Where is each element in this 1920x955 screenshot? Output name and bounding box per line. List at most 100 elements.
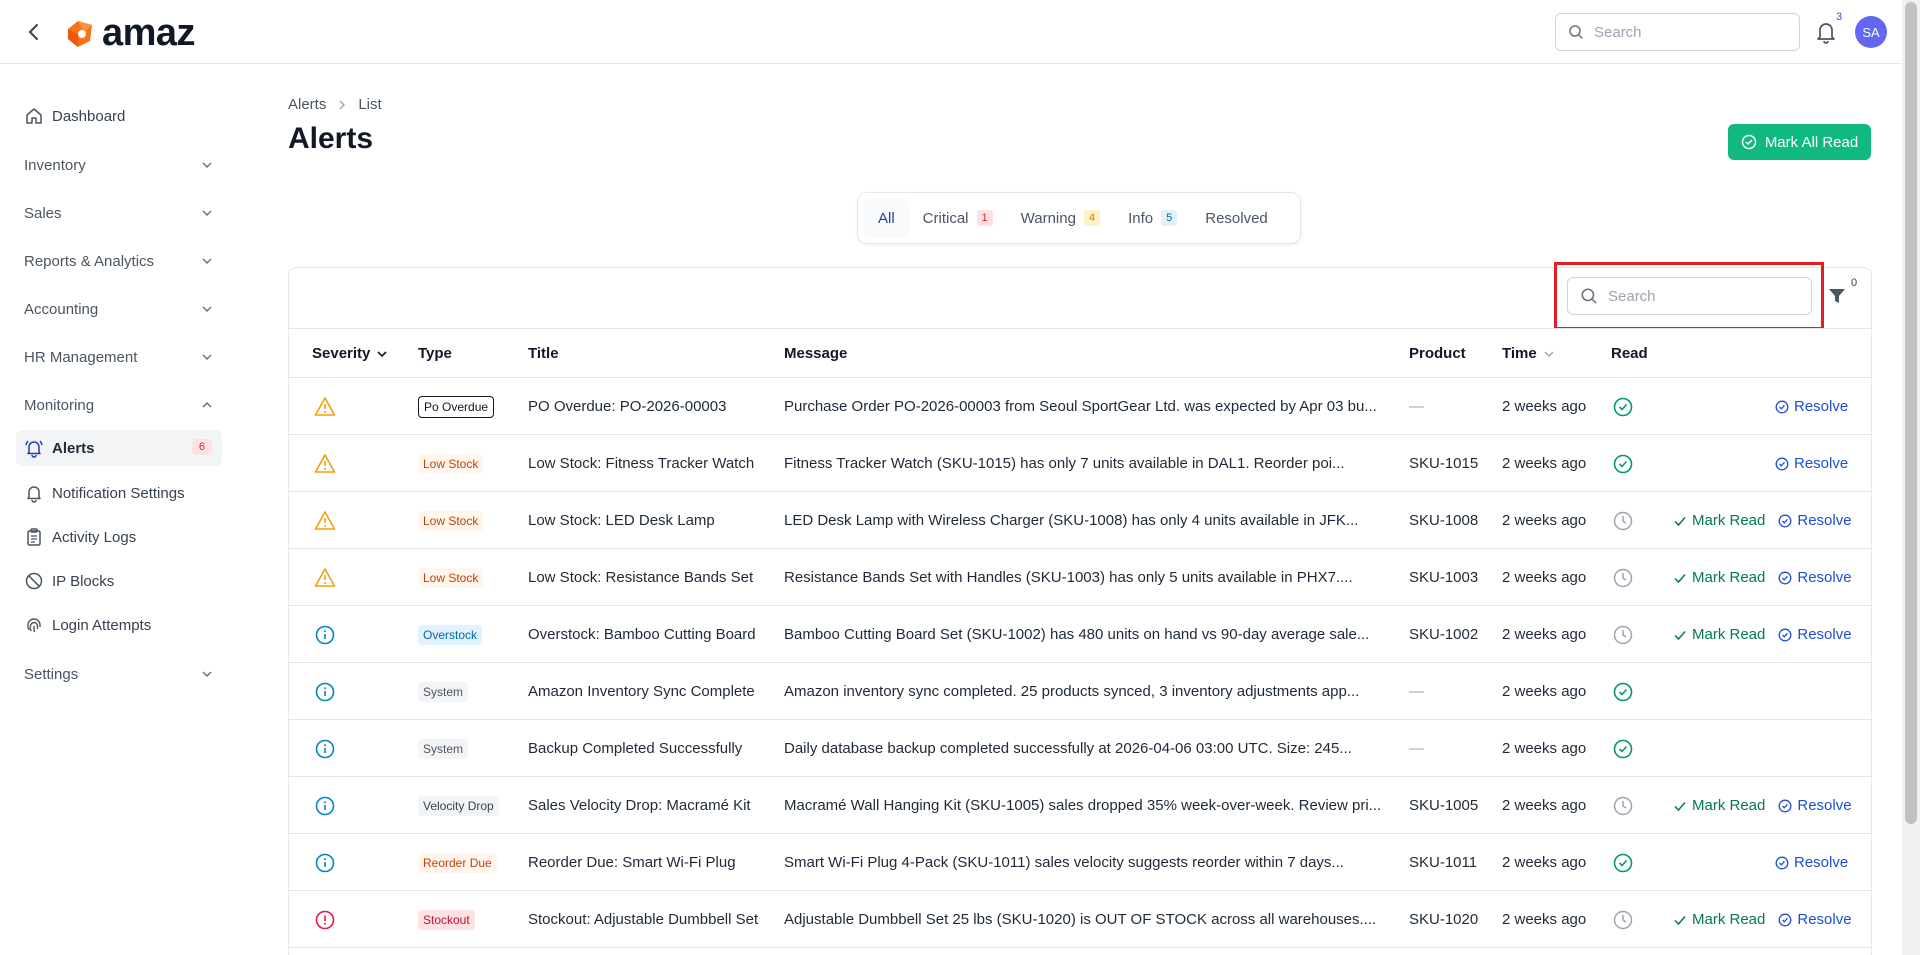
tab-critical[interactable]: Critical 1 (909, 198, 1007, 238)
time-cell: 2 weeks ago (1502, 740, 1587, 757)
scrollbar-thumb[interactable] (1905, 2, 1917, 824)
sidebar-group-hr[interactable]: HR Management (24, 339, 214, 375)
severity-cell (314, 720, 336, 777)
filter-icon[interactable] (1828, 287, 1846, 305)
mark-read-button[interactable]: Mark Read (1673, 569, 1765, 586)
sidebar-group-monitoring[interactable]: Monitoring (24, 387, 214, 423)
mark-read-button[interactable]: Mark Read (1673, 512, 1765, 529)
tab-resolved[interactable]: Resolved (1191, 198, 1282, 238)
sidebar-item-login-attempts[interactable]: Login Attempts (16, 607, 222, 643)
app-logo[interactable]: amaz (62, 12, 196, 54)
column-severity[interactable]: Severity (312, 345, 388, 362)
sidebar-item-alerts[interactable]: Alerts 6 (16, 430, 222, 466)
resolve-button[interactable]: Resolve (1775, 455, 1848, 472)
check-circle-icon (1613, 397, 1633, 416)
message-cell: Amazon inventory sync completed. 25 prod… (784, 683, 1360, 700)
table-row[interactable]: Velocity Drop Sales Velocity Drop: Macra… (289, 777, 1871, 834)
clock-icon (1613, 511, 1633, 530)
type-badge: System (418, 681, 469, 702)
mark-read-button[interactable]: Mark Read (1673, 911, 1765, 928)
resolve-button[interactable]: Resolve (1778, 512, 1852, 529)
message-cell: Purchase Order PO-2026-00003 from Seoul … (784, 398, 1377, 415)
mark-read-button[interactable]: Mark Read (1673, 626, 1765, 643)
read-cell (1613, 435, 1633, 492)
tab-warning[interactable]: Warning 4 (1007, 198, 1114, 238)
info-circle-icon (315, 682, 335, 701)
sidebar-group-settings[interactable]: Settings (24, 656, 214, 692)
sidebar-group-reports[interactable]: Reports & Analytics (24, 243, 214, 279)
breadcrumb-alerts[interactable]: Alerts (288, 96, 326, 113)
mark-read-button[interactable]: Mark Read (1673, 797, 1765, 814)
resolve-label: Resolve (1797, 797, 1852, 814)
table-row[interactable]: Po Overdue PO Overdue: PO-2026-00003 Pur… (289, 378, 1871, 435)
time-cell: 2 weeks ago (1502, 911, 1587, 928)
type-badge: Stockout (418, 909, 475, 930)
avatar[interactable]: SA (1855, 16, 1887, 48)
sidebar-item-activity-logs[interactable]: Activity Logs (16, 519, 222, 555)
mark-read-label: Mark Read (1692, 512, 1766, 529)
resolve-button[interactable]: Resolve (1775, 398, 1848, 415)
table-row[interactable]: Stockout Stockout: Adjustable Dumbbell S… (289, 891, 1871, 948)
sidebar-group-accounting[interactable]: Accounting (24, 291, 214, 327)
mark-read-label: Mark Read (1692, 797, 1766, 814)
global-search-input[interactable] (1594, 23, 1784, 41)
message-cell: LED Desk Lamp with Wireless Charger (SKU… (784, 512, 1359, 529)
tab-info[interactable]: Info 5 (1114, 198, 1191, 238)
chevron-down-icon (202, 354, 212, 361)
read-cell (1613, 492, 1633, 549)
check-circle-icon (1613, 682, 1633, 701)
sidebar-item-notification-settings[interactable]: Notification Settings (16, 475, 222, 511)
table-row[interactable]: Overstock Overstock: Bamboo Cutting Boar… (289, 606, 1871, 663)
type-cell: System (418, 720, 469, 777)
tab-all[interactable]: All (864, 198, 909, 238)
tab-info-count: 5 (1161, 210, 1178, 226)
sidebar-group-inventory[interactable]: Inventory (24, 147, 214, 183)
sidebar-group-sales[interactable]: Sales (24, 195, 214, 231)
read-cell (1613, 777, 1633, 834)
table-row[interactable]: System Backup Completed Successfully Dai… (289, 720, 1871, 777)
sidebar-item-label: Alerts (52, 439, 95, 457)
product-cell: SKU-1015 (1409, 455, 1479, 472)
sidebar-item-ip-blocks[interactable]: IP Blocks (16, 563, 222, 599)
resolve-button[interactable]: Resolve (1778, 569, 1852, 586)
table-row[interactable]: Low Stock Low Stock: LED Desk Lamp LED D… (289, 492, 1871, 549)
type-badge: Overstock (418, 624, 483, 645)
resolve-label: Resolve (1794, 854, 1849, 871)
bell-icon[interactable] (1815, 20, 1837, 44)
column-time[interactable]: Time (1502, 345, 1555, 362)
resolve-button[interactable]: Resolve (1778, 626, 1852, 643)
back-arrow-icon[interactable] (24, 20, 44, 44)
time-cell: 2 weeks ago (1502, 569, 1587, 586)
read-cell (1613, 891, 1633, 948)
actions-cell: Mark Read Resolve (1673, 606, 1852, 663)
check-circle-icon (1613, 739, 1633, 758)
warning-triangle-icon (314, 396, 336, 416)
table-row[interactable]: System Amazon Inventory Sync Complete Am… (289, 663, 1871, 720)
sidebar-item-dashboard[interactable]: Dashboard (16, 98, 222, 134)
actions-cell: Mark Read Resolve (1673, 777, 1852, 834)
actions-cell: Resolve (1775, 834, 1848, 891)
resolve-button[interactable]: Resolve (1775, 854, 1848, 871)
sidebar-item-label: Activity Logs (52, 528, 137, 546)
message-cell: Smart Wi-Fi Plug 4-Pack (SKU-1011) sales… (784, 854, 1344, 871)
check-icon (1674, 516, 1686, 526)
table-search-input[interactable] (1608, 287, 1798, 305)
global-search[interactable] (1555, 13, 1800, 51)
bell-ringing-icon (25, 440, 43, 458)
table-row[interactable]: Reorder Due Reorder Due: Smart Wi-Fi Plu… (289, 834, 1871, 891)
table-row[interactable]: Low Stock Low Stock: Fitness Tracker Wat… (289, 435, 1871, 492)
table-row[interactable]: Low Stock Low Stock: Resistance Bands Se… (289, 549, 1871, 606)
sidebar-group-label: Inventory (24, 156, 86, 174)
read-cell (1613, 834, 1633, 891)
tab-critical-count: 1 (976, 210, 993, 226)
page-scrollbar[interactable] (1902, 0, 1920, 955)
resolve-button[interactable]: Resolve (1778, 911, 1852, 928)
resolve-label: Resolve (1797, 569, 1852, 586)
resolve-button[interactable]: Resolve (1778, 797, 1852, 814)
mark-all-read-button[interactable]: Mark All Read (1728, 124, 1871, 160)
check-circle-icon (1613, 853, 1633, 872)
table-search[interactable] (1567, 277, 1812, 315)
page-title: Alerts (288, 122, 374, 155)
sidebar-item-label: Notification Settings (52, 484, 185, 502)
type-cell: Velocity Drop (418, 777, 499, 834)
